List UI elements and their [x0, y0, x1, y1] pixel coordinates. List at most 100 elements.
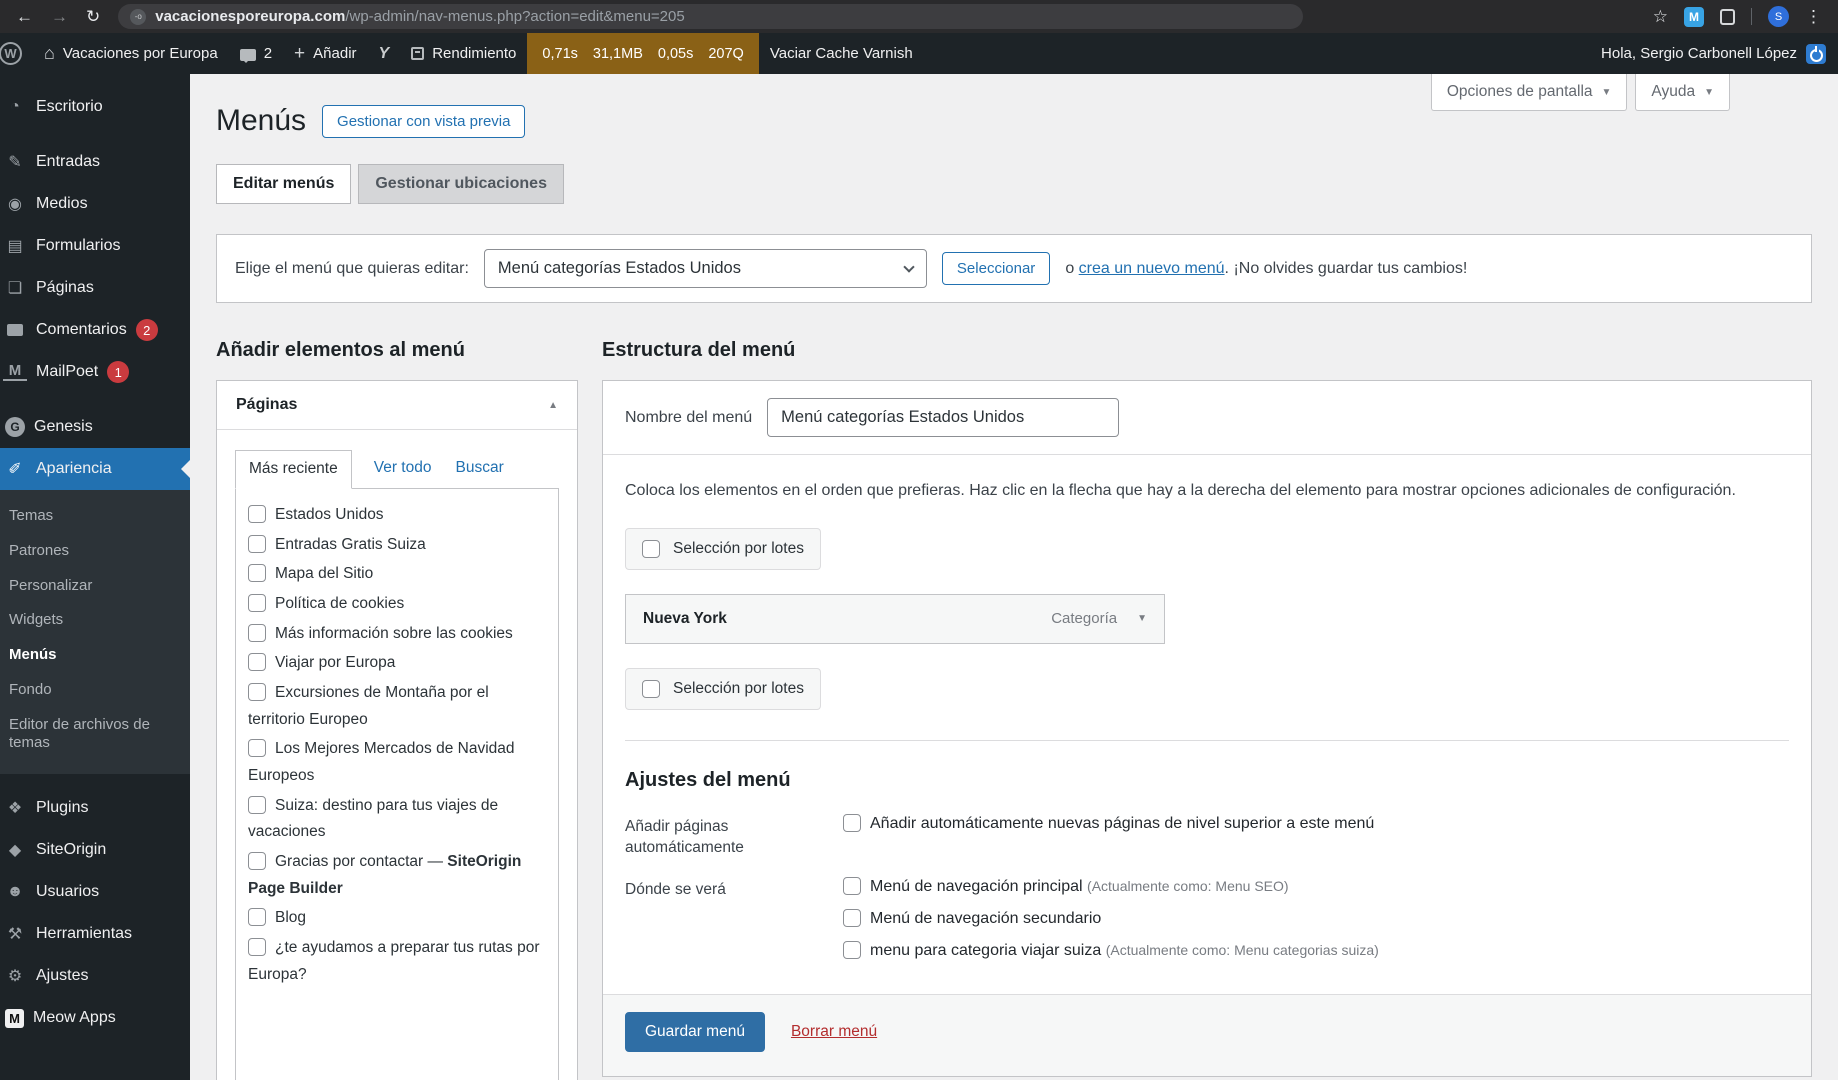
- bulk-select-toggle[interactable]: Selección por lotes: [625, 527, 821, 570]
- yoast-menu[interactable]: Y: [368, 33, 401, 74]
- location-checkbox-item[interactable]: Menú de navegación principal (Actualment…: [843, 877, 1379, 896]
- submenu-item[interactable]: Fondo: [0, 673, 190, 708]
- extensions-icon[interactable]: [1720, 8, 1735, 25]
- browser-menu-icon[interactable]: ⋮: [1805, 7, 1822, 27]
- bulk-select-checkbox[interactable]: [642, 679, 660, 698]
- comments-shortcut[interactable]: 2: [229, 33, 283, 74]
- create-new-menu-link[interactable]: crea un nuevo menú: [1079, 260, 1225, 277]
- location-checkbox-item[interactable]: Menú de navegación secundario: [843, 909, 1379, 928]
- sidebar-item[interactable]: M MailPoet 1: [0, 351, 190, 393]
- page-checkbox-item[interactable]: Viajar por Europa: [248, 650, 546, 677]
- page-checkbox[interactable]: [248, 505, 266, 523]
- submenu-item[interactable]: Menús: [0, 638, 190, 673]
- submenu-item[interactable]: Patrones: [0, 534, 190, 569]
- varnish-purge-button[interactable]: Vaciar Cache Varnish: [759, 33, 924, 74]
- page-checkbox-item[interactable]: Política de cookies: [248, 591, 546, 618]
- select-menu-button[interactable]: Seleccionar: [941, 252, 1051, 285]
- manage-with-live-preview-button[interactable]: Gestionar con vista previa: [322, 104, 526, 138]
- page-checkbox-item[interactable]: Excursiones de Montaña por el territorio…: [248, 680, 546, 733]
- address-bar[interactable]: -o vacacionesporeuropa.com/wp-admin/nav-…: [118, 4, 1304, 29]
- structure-heading: Estructura del menú: [602, 339, 796, 361]
- sidebar-item[interactable]: ⚒ Herramientas: [0, 913, 190, 955]
- sidebar-item[interactable]: ❖ Plugins: [0, 787, 190, 829]
- sidebar-item[interactable]: G Genesis: [0, 406, 190, 448]
- sidebar-item[interactable]: ✎ Entradas: [0, 141, 190, 183]
- sidebar-item[interactable]: ◆ SiteOrigin: [0, 829, 190, 871]
- page-checkbox[interactable]: [248, 908, 266, 927]
- submenu-item[interactable]: Temas: [0, 499, 190, 534]
- screen-options-toggle[interactable]: Opciones de pantalla ▼: [1430, 74, 1628, 111]
- site-name-menu[interactable]: ⌂ Vacaciones por Europa: [33, 33, 229, 74]
- bulk-select-checkbox[interactable]: [642, 539, 660, 558]
- performance-menu[interactable]: Rendimiento: [400, 33, 527, 74]
- sidebar-item[interactable]: ❏ Páginas: [0, 267, 190, 309]
- page-checkbox-item[interactable]: Estados Unidos: [248, 502, 546, 529]
- reload-icon[interactable]: ↻: [86, 7, 100, 27]
- pages-panel-tab[interactable]: Buscar: [453, 450, 505, 488]
- sidebar-item[interactable]: ⚙ Ajustes: [0, 955, 190, 997]
- auto-add-option[interactable]: Añadir automáticamente nuevas páginas de…: [843, 813, 1374, 833]
- pages-panel-tab[interactable]: Ver todo: [372, 450, 434, 488]
- chevron-down-icon[interactable]: ▼: [1137, 613, 1147, 624]
- page-checkbox[interactable]: [248, 851, 266, 870]
- sidebar-item[interactable]: Comentarios 2: [0, 309, 190, 351]
- extension-m-icon[interactable]: M: [1684, 6, 1704, 27]
- page-checkbox-item[interactable]: Más información sobre las cookies: [248, 621, 546, 648]
- page-checkbox-item[interactable]: Mapa del Sitio: [248, 561, 546, 588]
- save-menu-button[interactable]: Guardar menú: [625, 1012, 765, 1053]
- logout-power-icon[interactable]: [1806, 43, 1826, 64]
- page-checkbox-item[interactable]: ¿te ayudamos a preparar tus rutas por Eu…: [248, 935, 546, 988]
- pages-panel-tab[interactable]: Más reciente: [235, 450, 352, 489]
- sidebar-item[interactable]: M Meow Apps: [0, 997, 190, 1039]
- menu-select-dropdown[interactable]: Menú categorías Estados Unidos: [483, 249, 927, 288]
- help-toggle[interactable]: Ayuda ▼: [1635, 74, 1730, 111]
- pages-accordion-header[interactable]: Páginas ▲: [217, 381, 577, 430]
- page-checkbox[interactable]: [248, 534, 266, 553]
- location-checkbox-item[interactable]: menu para categoria viajar suiza (Actual…: [843, 941, 1379, 960]
- page-checkbox-item[interactable]: Entradas Gratis Suiza: [248, 532, 546, 559]
- submenu-item[interactable]: Editor de archivos de temas: [0, 708, 190, 762]
- forward-icon[interactable]: →: [51, 7, 68, 27]
- submenu-item-label: Widgets: [9, 611, 64, 629]
- delete-menu-link[interactable]: Borrar menú: [791, 1023, 877, 1041]
- sidebar-item[interactable]: ▤ Formularios: [0, 225, 190, 267]
- new-content-menu[interactable]: + Añadir: [283, 33, 367, 74]
- sidebar-item[interactable]: ◔ Escritorio: [0, 86, 190, 128]
- performance-stats[interactable]: 0,71s 31,1MB 0,05s 207Q: [527, 33, 759, 74]
- submenu-item[interactable]: Personalizar: [0, 569, 190, 604]
- nav-tab[interactable]: Editar menús: [216, 164, 352, 204]
- menu-name-input[interactable]: [767, 398, 1120, 437]
- page-checkbox[interactable]: [248, 564, 266, 583]
- sidebar-item-icon: ☻: [6, 883, 24, 900]
- sidebar-item-apariencia[interactable]: ✐ Apariencia: [0, 448, 190, 490]
- site-info-icon[interactable]: -o: [130, 8, 147, 25]
- page-checkbox[interactable]: [248, 623, 266, 642]
- auto-add-checkbox[interactable]: [843, 813, 861, 832]
- page-checkbox[interactable]: [248, 937, 266, 956]
- location-checkbox[interactable]: [843, 877, 861, 896]
- location-checkbox[interactable]: [843, 941, 861, 960]
- page-checkbox[interactable]: [248, 739, 266, 758]
- sidebar-item-label: Formularios: [36, 237, 121, 254]
- menu-item-row[interactable]: Nueva York Categoría ▼: [625, 593, 1165, 644]
- page-checkbox[interactable]: [248, 795, 266, 814]
- page-checkbox-item[interactable]: Los Mejores Mercados de Navidad Europeos: [248, 736, 546, 789]
- page-checkbox-item[interactable]: Gracias por contactar — SiteOrigin Page …: [248, 849, 546, 902]
- location-checkbox[interactable]: [843, 909, 861, 928]
- browser-profile-avatar[interactable]: S: [1768, 6, 1789, 27]
- back-icon[interactable]: ←: [16, 7, 33, 27]
- bulk-select-toggle-bottom[interactable]: Selección por lotes: [625, 667, 821, 710]
- admin-bar-account[interactable]: Hola, Sergio Carbonell López: [1601, 33, 1838, 74]
- submenu-item[interactable]: Widgets: [0, 603, 190, 638]
- page-checkbox-item[interactable]: Suiza: destino para tus viajes de vacaci…: [248, 793, 546, 846]
- bookmark-star-icon[interactable]: ☆: [1653, 7, 1668, 27]
- wp-logo-menu[interactable]: W: [0, 33, 33, 74]
- page-checkbox[interactable]: [248, 682, 266, 701]
- nav-tab[interactable]: Gestionar ubicaciones: [358, 164, 564, 204]
- sidebar-item[interactable]: ☻ Usuarios: [0, 871, 190, 913]
- location-options: Menú de navegación principal (Actualment…: [843, 877, 1379, 960]
- page-checkbox[interactable]: [248, 593, 266, 612]
- sidebar-item[interactable]: ◉ Medios: [0, 183, 190, 225]
- page-checkbox[interactable]: [248, 653, 266, 672]
- page-checkbox-item[interactable]: Blog: [248, 905, 546, 932]
